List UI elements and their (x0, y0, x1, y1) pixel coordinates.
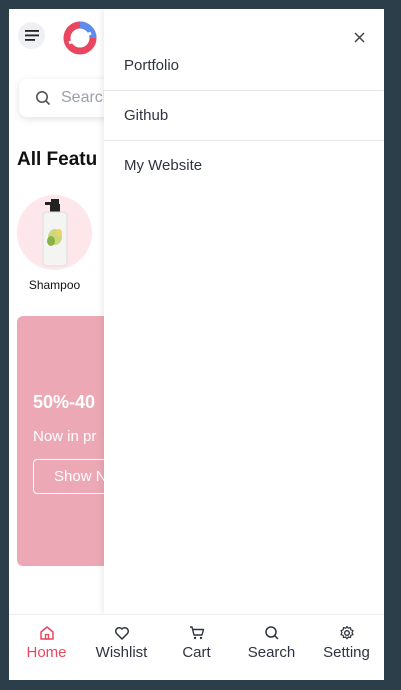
nav-label: Setting (323, 644, 370, 661)
drawer-item-my-website[interactable]: My Website (104, 141, 384, 190)
heart-icon (114, 626, 129, 640)
banner-title: 50%-40 (33, 392, 96, 412)
side-drawer: Portfolio Github My Website (104, 9, 384, 614)
nav-label: Wishlist (95, 644, 148, 661)
category-label: Shampoo (28, 278, 81, 292)
nav-item-home[interactable]: Home (17, 615, 77, 661)
shampoo-bottle-image (42, 198, 67, 266)
banner-subtitle: Now in pr (33, 428, 97, 445)
category-shampoo[interactable]: Shampoo (17, 195, 92, 292)
gear-icon (339, 625, 354, 640)
category-image (17, 195, 92, 270)
search-icon (36, 91, 51, 106)
nav-label: Search (247, 644, 296, 661)
drawer-menu: Portfolio Github My Website (104, 41, 384, 190)
drawer-item-portfolio[interactable]: Portfolio (104, 41, 384, 91)
search-icon (264, 626, 279, 640)
section-title: All Featu (17, 149, 98, 170)
app-logo (63, 21, 97, 55)
hamburger-icon (24, 30, 39, 41)
bottom-navigation: Home Wishlist Cart Search Setting (9, 614, 384, 680)
drawer-item-github[interactable]: Github (104, 91, 384, 141)
nav-item-wishlist[interactable]: Wishlist (92, 615, 152, 661)
cart-icon (189, 626, 204, 640)
nav-item-search[interactable]: Search (242, 615, 302, 661)
nav-item-setting[interactable]: Setting (317, 615, 377, 661)
nav-label: Cart (182, 644, 211, 661)
app-screen: Search All Featu Shampoo 50%-40 Now in p… (9, 9, 384, 680)
nav-label: Home (26, 644, 67, 661)
nav-item-cart[interactable]: Cart (167, 615, 227, 661)
home-icon (39, 626, 54, 640)
hamburger-menu-button[interactable] (18, 22, 45, 49)
